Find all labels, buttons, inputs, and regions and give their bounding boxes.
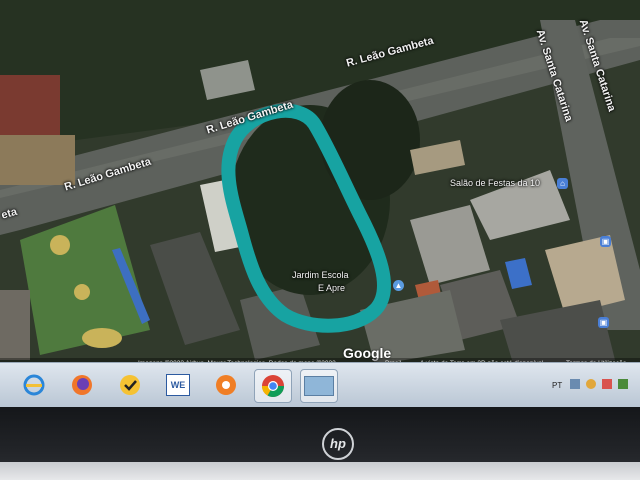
place-pin-icon[interactable]: ⌂	[557, 178, 568, 189]
internet-explorer-icon	[23, 374, 45, 396]
chrome-icon	[262, 375, 284, 397]
word-icon: WE	[166, 374, 190, 396]
taskbar-norton[interactable]	[112, 369, 148, 401]
tray-network-icon[interactable]	[618, 379, 628, 389]
window-thumbnail-icon	[304, 376, 334, 396]
monitor-screen: R. Leão Gambeta R. Leão Gambeta R. Leão …	[0, 0, 640, 418]
avast-icon	[216, 375, 236, 395]
taskbar-firefox[interactable]	[64, 369, 100, 401]
taskbar-avast[interactable]	[208, 369, 244, 401]
tray-alert-icon[interactable]	[602, 379, 612, 389]
windows-taskbar: WE PT	[0, 362, 640, 408]
bus-stop-icon[interactable]: ▣	[600, 236, 611, 247]
taskbar-maps-window[interactable]	[300, 369, 338, 403]
taskbar-internet-explorer[interactable]	[16, 369, 52, 401]
firefox-icon	[72, 375, 92, 395]
tray-flag-icon[interactable]	[570, 379, 580, 389]
field-marking	[50, 235, 70, 255]
place-label-escola[interactable]: Jardim Escola	[292, 270, 349, 280]
school-pin-icon[interactable]: ▲	[393, 280, 404, 291]
hp-logo: hp	[322, 428, 354, 460]
norton-icon	[120, 375, 140, 395]
language-indicator[interactable]: PT	[552, 381, 562, 390]
bus-stop-icon[interactable]: ▣	[598, 317, 609, 328]
taskbar-chrome[interactable]	[254, 369, 292, 403]
place-label-escola-2[interactable]: E Apre	[318, 283, 345, 293]
place-label-salao[interactable]: Salão de Festas da 10	[450, 178, 540, 188]
keyboard-edge	[0, 462, 640, 480]
tray-norton-icon[interactable]	[586, 379, 596, 389]
field-marking	[74, 284, 90, 300]
taskbar-word[interactable]: WE	[160, 369, 196, 401]
system-tray: PT	[542, 363, 640, 408]
field-marking	[82, 328, 122, 348]
